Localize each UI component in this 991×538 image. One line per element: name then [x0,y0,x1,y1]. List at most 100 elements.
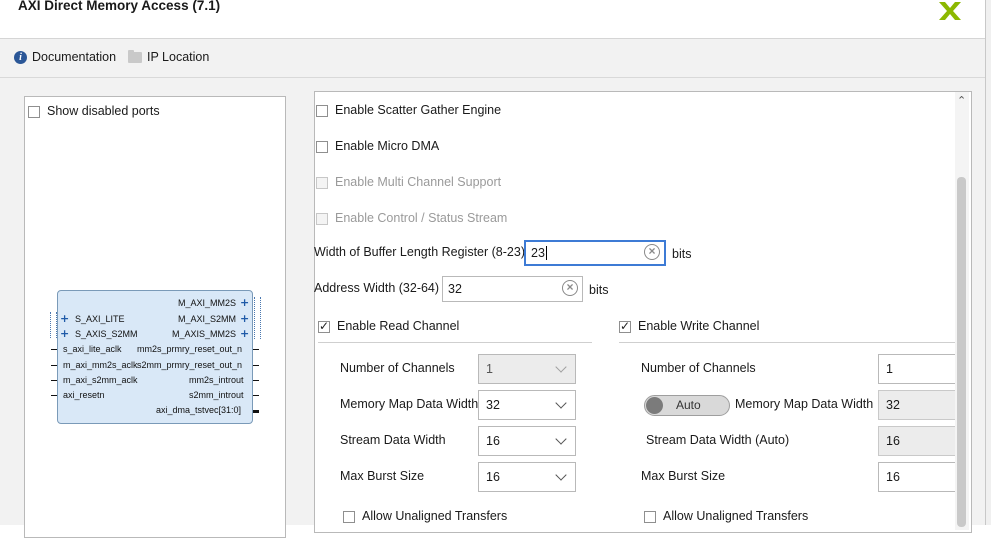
write-mm-width-field: 32 [878,390,958,420]
window-title: AXI Direct Memory Access (7.1) [18,0,221,13]
read-channels-label: Number of Channels [340,361,455,375]
read-channels-select[interactable]: 1 [478,354,576,384]
chevron-down-icon [555,469,567,481]
scatter-gather-checkbox[interactable] [316,105,328,117]
bus-pin-line [253,410,259,413]
auto-toggle[interactable]: Auto [644,395,730,416]
control-status-checkbox[interactable] [316,213,328,225]
pin-line [253,365,259,366]
buffer-length-value: 23 [531,246,545,260]
write-separator [619,342,955,343]
buffer-length-input[interactable]: 23 × [524,240,666,266]
read-burst-label: Max Burst Size [340,469,425,483]
documentation-label: Documentation [32,50,117,64]
chevron-down-icon [555,433,567,445]
window-edge [985,0,991,525]
read-separator [318,342,592,343]
read-mm-width-value: 32 [486,398,500,412]
folder-icon [128,49,142,63]
scroll-up-icon[interactable]: ⌃ [957,94,966,107]
read-unaligned-label: Allow Unaligned Transfers [362,509,508,523]
pin-line [51,365,57,366]
bus-connector [50,312,57,338]
multi-channel-checkbox[interactable] [316,177,328,189]
read-unaligned-checkbox[interactable] [343,511,355,523]
bus-connector [254,297,261,339]
enable-write-channel-label: Enable Write Channel [638,319,760,333]
write-channels-label: Number of Channels [641,361,756,375]
pin-line [253,395,259,396]
write-stream-width-field: 16 [878,426,958,456]
chevron-down-icon [555,397,567,409]
pin-line [51,395,57,396]
write-channels-value: 1 [886,362,893,376]
pin-line [253,380,259,381]
buffer-length-label: Width of Buffer Length Register (8-23) [314,245,525,259]
enable-read-channel-label: Enable Read Channel [337,319,460,333]
show-disabled-ports-checkbox[interactable] [28,106,40,118]
plus-icon[interactable]: + [60,312,69,325]
read-channels-value: 1 [486,362,493,376]
clear-icon[interactable]: × [644,244,660,260]
plus-icon[interactable]: + [60,327,69,340]
documentation-button[interactable]: i Documentation [14,50,116,64]
read-stream-width-value: 16 [486,434,500,448]
address-width-unit: bits [589,283,609,297]
port-axi-dma-tstvec: axi_dma_tstvec[31:0] [156,405,242,415]
address-width-value: 32 [448,282,462,296]
port-m-axi-mm2s-aclk: m_axi_mm2s_aclk [63,360,138,370]
micro-dma-label: Enable Micro DMA [335,139,440,153]
port-s-axi-lite: S_AXI_LITE [75,314,125,324]
write-unaligned-label: Allow Unaligned Transfers [663,509,809,523]
enable-read-channel-checkbox[interactable] [318,319,330,333]
write-unaligned-checkbox[interactable] [644,511,656,523]
options-pane [314,91,972,533]
address-width-label: Address Width (32-64) [314,281,440,295]
info-icon: i [14,50,27,64]
clear-icon[interactable]: × [562,280,578,296]
port-s2mm-prmry-reset-out-n: s2mm_prmry_reset_out_n [137,360,243,370]
write-burst-label: Max Burst Size [641,469,726,483]
options-scrollbar-thumb[interactable] [957,177,966,527]
port-s-axis-s2mm: S_AXIS_S2MM [75,329,138,339]
read-burst-select[interactable]: 16 [478,462,576,492]
read-mm-width-select[interactable]: 32 [478,390,576,420]
port-s-axi-lite-aclk: s_axi_lite_aclk [63,344,122,354]
toggle-knob [646,397,663,414]
ip-location-button[interactable]: IP Location [128,49,210,64]
enable-write-channel-checkbox[interactable] [619,319,631,333]
port-mm2s-introut: mm2s_introut [189,375,244,385]
write-stream-width-label: Stream Data Width (Auto) [646,433,790,447]
pin-line [51,349,57,350]
pin-line [253,349,259,350]
buffer-length-unit: bits [672,247,692,261]
multi-channel-label: Enable Multi Channel Support [335,175,502,189]
read-burst-value: 16 [486,470,500,484]
write-burst-value: 16 [886,470,900,484]
read-mm-width-label: Memory Map Data Width [340,397,479,411]
chevron-down-icon [555,361,567,373]
write-stream-width-value: 16 [886,434,900,448]
plus-icon[interactable]: + [240,327,249,340]
port-mm2s-prmry-reset-out-n: mm2s_prmry_reset_out_n [137,344,243,354]
write-channels-field[interactable]: 1 [878,354,958,384]
read-stream-width-select[interactable]: 16 [478,426,576,456]
port-s2mm-introut: s2mm_introut [189,390,244,400]
write-mm-width-value: 32 [886,398,900,412]
write-mm-width-label: Memory Map Data Width [735,397,874,411]
write-burst-field[interactable]: 16 [878,462,958,492]
ip-block [57,290,253,424]
address-width-input[interactable]: 32 × [442,276,583,302]
port-m-axi-s2mm-aclk: m_axi_s2mm_aclk [63,375,138,385]
ip-location-label: IP Location [147,50,210,64]
pin-line [51,380,57,381]
port-m-axis-mm2s: M_AXIS_MM2S [172,329,237,339]
auto-toggle-label: Auto [676,398,701,412]
micro-dma-checkbox[interactable] [316,141,328,153]
plus-icon[interactable]: + [240,296,249,309]
port-m-axi-s2mm: M_AXI_S2MM [178,314,237,324]
control-status-label: Enable Control / Status Stream [335,211,508,225]
read-stream-width-label: Stream Data Width [340,433,446,447]
show-disabled-ports-label: Show disabled ports [47,104,160,118]
plus-icon[interactable]: + [240,312,249,325]
